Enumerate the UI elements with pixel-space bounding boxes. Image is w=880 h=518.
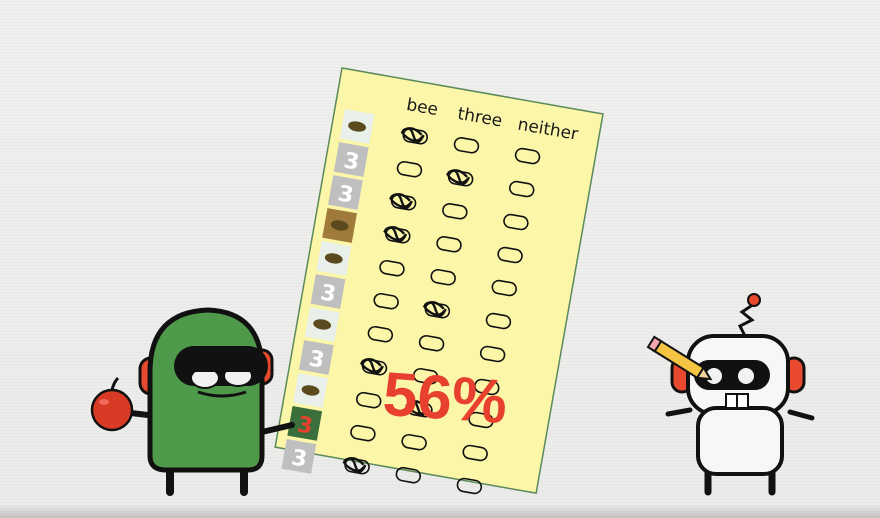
bee-photo-tile-icon: [316, 241, 352, 276]
number-three-tile-icon: 3: [298, 340, 334, 375]
bee-photo-tile-icon: [322, 208, 357, 243]
score-percentage: 56%: [381, 360, 510, 437]
number-three-tile-icon: 3: [310, 274, 346, 309]
student-tooth-left: [725, 393, 738, 409]
number-three-tile-icon: 3: [328, 175, 363, 210]
illustration: bee three neither 333333 56%: [90, 67, 815, 496]
worksheet: bee three neither 333333: [274, 67, 604, 495]
student-body: [696, 406, 784, 476]
student-robot: [646, 293, 815, 496]
number-three-tile-icon: 3: [333, 142, 369, 177]
teacher-body: [147, 307, 265, 473]
teacher-robot: [90, 307, 295, 496]
student-left-arm: [665, 407, 693, 417]
teacher-brow: [186, 360, 258, 372]
bee-photo-tile-icon: [339, 109, 375, 144]
scene: bee three neither 333333 56%: [0, 0, 880, 518]
apple-icon: [90, 376, 134, 432]
student-right-eye: [738, 368, 754, 384]
student-right-arm: [787, 409, 815, 421]
student-antenna: [737, 302, 755, 337]
bee-photo-tile-icon: [304, 307, 340, 342]
student-antenna-ball: [747, 293, 761, 307]
number-three-tile-icon: 3: [281, 439, 317, 474]
bottom-shadow-bar: [0, 504, 880, 518]
student-tooth-right: [736, 393, 749, 409]
bee-photo-tile-icon: [293, 373, 328, 408]
